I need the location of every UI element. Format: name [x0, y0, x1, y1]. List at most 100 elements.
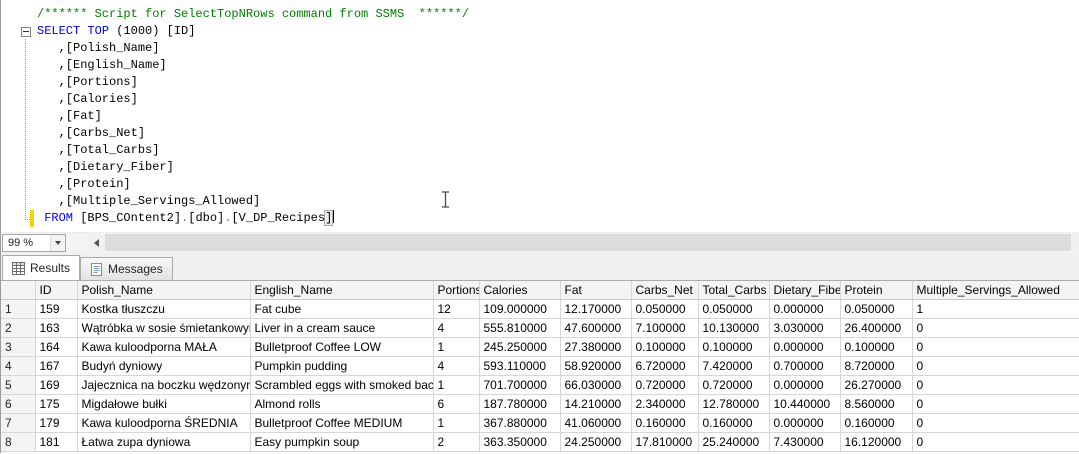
- code-line[interactable]: ,[Polish_Name]: [37, 40, 469, 57]
- column-header[interactable]: Calories: [479, 281, 561, 300]
- grid-cell[interactable]: Wątróbka w sosie śmietankowym: [77, 318, 251, 338]
- grid-cell[interactable]: 6.720000: [631, 356, 699, 376]
- grid-cell[interactable]: 167: [35, 356, 78, 376]
- grid-cell[interactable]: 555.810000: [479, 318, 561, 338]
- grid-cell[interactable]: 187.780000: [479, 394, 561, 414]
- grid-cell[interactable]: 8.720000: [840, 356, 913, 376]
- code-line[interactable]: ,[Multiple_Servings_Allowed]: [37, 193, 469, 210]
- row-number[interactable]: 2: [1, 318, 36, 338]
- grid-cell[interactable]: Bulletproof Coffee MEDIUM: [250, 413, 434, 433]
- grid-cell[interactable]: Scrambled eggs with smoked bacon: [250, 375, 434, 395]
- grid-cell[interactable]: 0.000000: [769, 337, 841, 357]
- grid-cell[interactable]: 66.030000: [560, 375, 632, 395]
- code-line[interactable]: ,[Portions]: [37, 74, 469, 91]
- grid-cell[interactable]: 593.110000: [479, 356, 561, 376]
- code-line[interactable]: /****** Script for SelectTopNRows comman…: [37, 6, 469, 23]
- grid-cell[interactable]: 27.380000: [560, 337, 632, 357]
- grid-cell[interactable]: Kostka tłuszczu: [77, 299, 251, 319]
- grid-cell[interactable]: 41.060000: [560, 413, 632, 433]
- scroll-left-button[interactable]: [88, 234, 105, 251]
- tab-results[interactable]: Results: [2, 255, 81, 280]
- grid-cell[interactable]: 1: [433, 337, 480, 357]
- grid-cell[interactable]: 3.030000: [769, 318, 841, 338]
- grid-cell[interactable]: 7.420000: [698, 356, 770, 376]
- column-header[interactable]: Dietary_Fiber: [769, 281, 841, 300]
- grid-cell[interactable]: 175: [35, 394, 78, 414]
- grid-cell[interactable]: 12: [433, 299, 480, 319]
- grid-cell[interactable]: 367.880000: [479, 413, 561, 433]
- grid-cell[interactable]: 58.920000: [560, 356, 632, 376]
- grid-cell[interactable]: 0: [912, 337, 1079, 357]
- row-number[interactable]: 7: [1, 413, 36, 433]
- grid-cell[interactable]: 1: [912, 299, 1079, 319]
- code-line[interactable]: ,[Fat]: [37, 108, 469, 125]
- code-line[interactable]: ,[Protein]: [37, 176, 469, 193]
- grid-corner-cell[interactable]: [1, 281, 36, 300]
- grid-cell[interactable]: Liver in a cream sauce: [250, 318, 434, 338]
- results-grid[interactable]: ID Polish_Name English_Name Portions Calorie…: [1, 280, 1079, 454]
- grid-cell[interactable]: 169: [35, 375, 78, 395]
- column-header[interactable]: Protein: [840, 281, 913, 300]
- grid-cell[interactable]: 25.240000: [698, 432, 770, 452]
- grid-cell[interactable]: Easy pumpkin soup: [250, 432, 434, 452]
- code-line[interactable]: ,[Calories]: [37, 91, 469, 108]
- grid-cell[interactable]: 12.780000: [698, 394, 770, 414]
- grid-cell[interactable]: 2: [433, 432, 480, 452]
- zoom-dropdown-button[interactable]: [50, 234, 65, 251]
- column-header[interactable]: Total_Carbs: [698, 281, 770, 300]
- grid-cell[interactable]: Kawa kuloodporna MAŁA: [77, 337, 251, 357]
- grid-cell[interactable]: 0: [912, 318, 1079, 338]
- grid-cell[interactable]: 8.560000: [840, 394, 913, 414]
- column-header[interactable]: English_Name: [250, 281, 434, 300]
- column-header[interactable]: ID: [35, 281, 78, 300]
- code-line[interactable]: ,[English_Name]: [37, 57, 469, 74]
- grid-cell[interactable]: 10.440000: [769, 394, 841, 414]
- code-line[interactable]: ,[Dietary_Fiber]: [37, 159, 469, 176]
- grid-cell[interactable]: 47.600000: [560, 318, 632, 338]
- grid-cell[interactable]: 0.000000: [769, 299, 841, 319]
- fold-collapse-button[interactable]: [21, 27, 31, 37]
- grid-cell[interactable]: Fat cube: [250, 299, 434, 319]
- grid-cell[interactable]: 0: [912, 356, 1079, 376]
- grid-cell[interactable]: 7.100000: [631, 318, 699, 338]
- grid-cell[interactable]: 4: [433, 318, 480, 338]
- column-header[interactable]: Multiple_Servings_Allowed: [912, 281, 1079, 300]
- grid-cell[interactable]: 0.720000: [631, 375, 699, 395]
- tab-messages[interactable]: Messages: [80, 257, 173, 280]
- grid-cell[interactable]: 245.250000: [479, 337, 561, 357]
- grid-cell[interactable]: 0: [912, 413, 1079, 433]
- grid-cell[interactable]: 0: [912, 394, 1079, 414]
- query-editor[interactable]: /****** Script for SelectTopNRows comman…: [1, 0, 1079, 232]
- grid-cell[interactable]: Almond rolls: [250, 394, 434, 414]
- grid-cell[interactable]: 26.400000: [840, 318, 913, 338]
- grid-cell[interactable]: 0: [912, 375, 1079, 395]
- grid-cell[interactable]: Migdałowe bułki: [77, 394, 251, 414]
- grid-cell[interactable]: 163: [35, 318, 78, 338]
- grid-cell[interactable]: 26.270000: [840, 375, 913, 395]
- grid-cell[interactable]: 12.170000: [560, 299, 632, 319]
- column-header[interactable]: Carbs_Net: [631, 281, 699, 300]
- grid-cell[interactable]: 109.000000: [479, 299, 561, 319]
- grid-cell[interactable]: 0.160000: [698, 413, 770, 433]
- grid-cell[interactable]: Budyń dyniowy: [77, 356, 251, 376]
- grid-cell[interactable]: 0.700000: [769, 356, 841, 376]
- horizontal-scrollbar[interactable]: [88, 234, 1079, 251]
- column-header[interactable]: Polish_Name: [77, 281, 251, 300]
- grid-cell[interactable]: 0.050000: [698, 299, 770, 319]
- row-number[interactable]: 5: [1, 375, 36, 395]
- row-number[interactable]: 4: [1, 356, 36, 376]
- grid-cell[interactable]: 0: [912, 432, 1079, 452]
- grid-cell[interactable]: 363.350000: [479, 432, 561, 452]
- scrollbar-track[interactable]: [105, 234, 1079, 251]
- column-header[interactable]: Fat: [560, 281, 632, 300]
- grid-cell[interactable]: 17.810000: [631, 432, 699, 452]
- grid-cell[interactable]: 701.700000: [479, 375, 561, 395]
- grid-cell[interactable]: 16.120000: [840, 432, 913, 452]
- grid-cell[interactable]: 6: [433, 394, 480, 414]
- grid-cell[interactable]: 0.720000: [698, 375, 770, 395]
- grid-cell[interactable]: 0.050000: [840, 299, 913, 319]
- grid-cell[interactable]: 0.100000: [631, 337, 699, 357]
- row-number[interactable]: 1: [1, 299, 36, 319]
- code-line[interactable]: FROM [BPS_COntent2].[dbo].[V_DP_Recipes]: [37, 210, 469, 227]
- grid-cell[interactable]: Kawa kuloodporna ŚREDNIA: [77, 413, 251, 433]
